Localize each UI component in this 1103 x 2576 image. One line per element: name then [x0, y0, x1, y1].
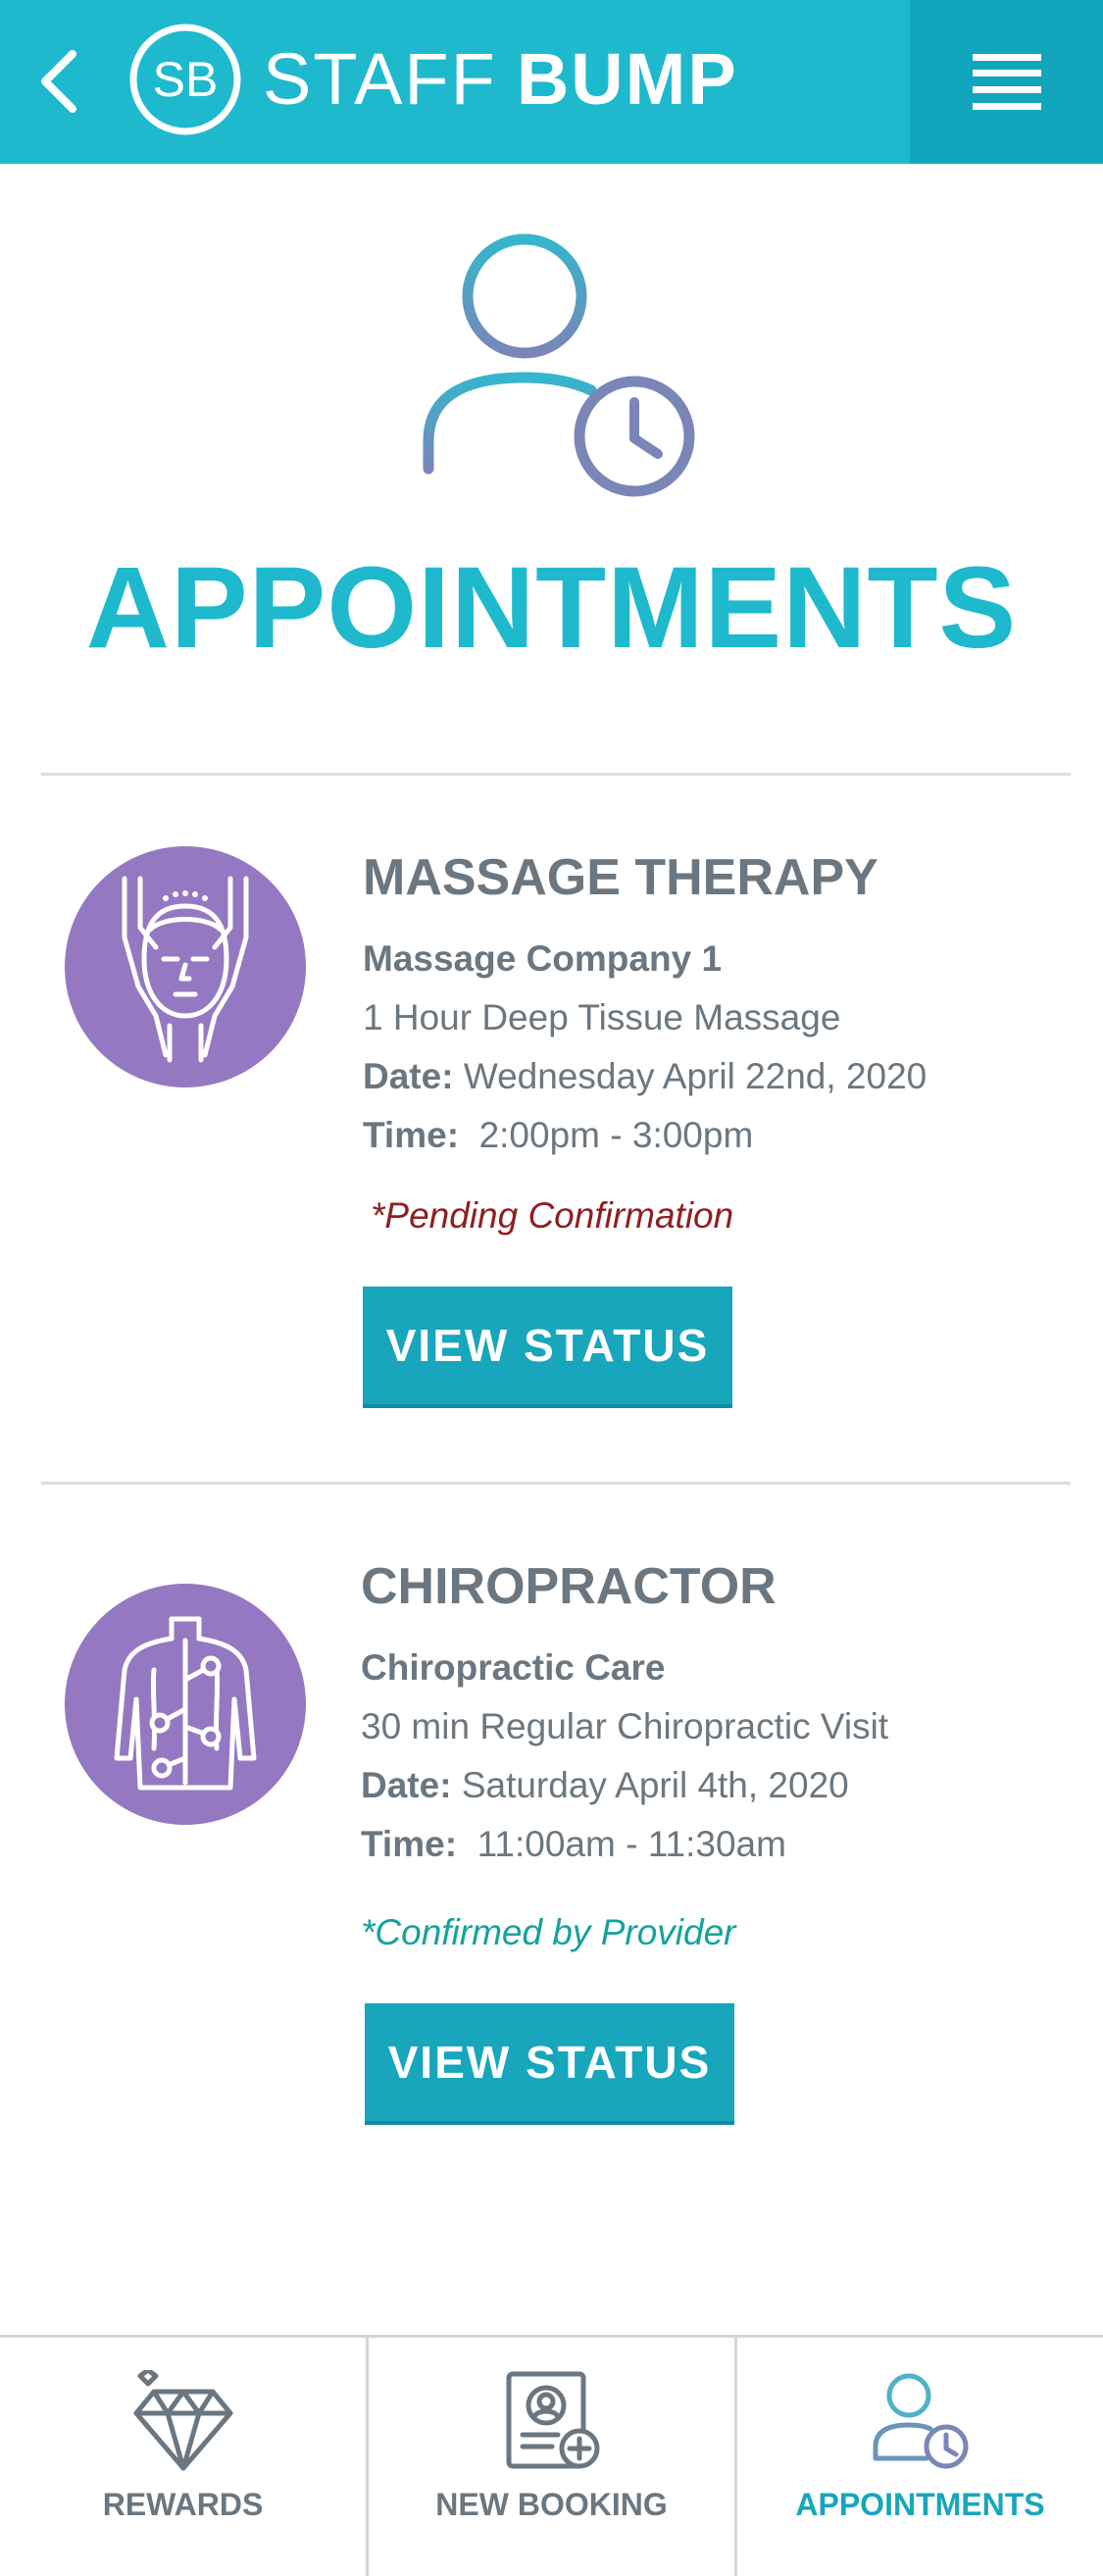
- date-label: Date:: [363, 1056, 454, 1096]
- time-label: Time:: [363, 1115, 460, 1155]
- user-clock-icon: [867, 2367, 975, 2475]
- nav-label: REWARDS: [102, 2487, 264, 2522]
- time-value: 11:00am - 11:30am: [476, 1824, 786, 1864]
- nav-label: NEW BOOKING: [435, 2487, 668, 2522]
- appointment-details: MASSAGE THERAPY Massage Company 1 1 Hour…: [363, 843, 1078, 1408]
- appointment-service: 30 min Regular Chiropractic Visit: [361, 1706, 889, 1746]
- nav-item-new-booking[interactable]: NEW BOOKING: [366, 2338, 734, 2576]
- logo-text: SB: [153, 52, 219, 107]
- date-value: Saturday April 4th, 2020: [461, 1765, 849, 1805]
- back-button[interactable]: [29, 37, 88, 126]
- menu-button[interactable]: [910, 0, 1103, 164]
- massage-face-icon: [65, 846, 306, 1087]
- appointment-title: MASSAGE THERAPY: [363, 849, 878, 906]
- appointment-title: CHIROPRACTOR: [361, 1558, 777, 1615]
- nav-item-appointments[interactable]: APPOINTMENTS: [734, 2338, 1103, 2576]
- nav-label: APPOINTMENTS: [795, 2487, 1045, 2522]
- appointment-date: Date: Saturday April 4th, 2020: [361, 1756, 1077, 1815]
- page-title: APPOINTMENTS: [85, 543, 1018, 673]
- diamond-icon: [129, 2367, 237, 2475]
- status-text: *Confirmed by Provider: [361, 1912, 736, 1952]
- app-header: SB STAFF BUMP: [0, 0, 1103, 164]
- brand-name: STAFF BUMP: [263, 29, 738, 127]
- status-text: *Pending Confirmation: [371, 1195, 734, 1236]
- date-value: Wednesday April 22nd, 2020: [463, 1056, 928, 1096]
- nav-item-rewards[interactable]: REWARDS: [0, 2338, 366, 2576]
- appointment-company: Massage Company 1: [363, 938, 723, 979]
- spine-back-icon: [65, 1584, 306, 1825]
- view-status-button[interactable]: VIEW STATUS: [363, 1287, 732, 1408]
- brand-light: STAFF: [263, 37, 497, 120]
- view-status-button[interactable]: VIEW STATUS: [365, 2003, 734, 2125]
- appointment-service: 1 Hour Deep Tissue Massage: [363, 997, 841, 1037]
- appointment-details: CHIROPRACTOR Chiropractic Care 30 min Re…: [361, 1552, 1077, 2125]
- appointment-time: Time: 11:00am - 11:30am: [361, 1815, 1077, 1874]
- booking-add-icon: [498, 2367, 606, 2475]
- hamburger-menu-icon: [972, 53, 1041, 110]
- appointment-time: Time: 2:00pm - 3:00pm: [363, 1106, 1078, 1165]
- time-value: 2:00pm - 3:00pm: [478, 1115, 754, 1155]
- appointment-date: Date: Wednesday April 22nd, 2020: [363, 1047, 1078, 1106]
- chevron-left-icon: [41, 50, 76, 113]
- date-label: Date:: [361, 1765, 452, 1805]
- time-label: Time:: [361, 1824, 458, 1864]
- divider: [41, 773, 1071, 776]
- brand-bold: BUMP: [516, 37, 738, 120]
- user-clock-icon: [417, 230, 701, 500]
- divider: [41, 1482, 1071, 1485]
- logo: SB: [127, 22, 243, 137]
- appointment-company: Chiropractic Care: [361, 1647, 666, 1688]
- bottom-nav: REWARDS NEW BOOKING APPOINTMENTS: [0, 2335, 1103, 2576]
